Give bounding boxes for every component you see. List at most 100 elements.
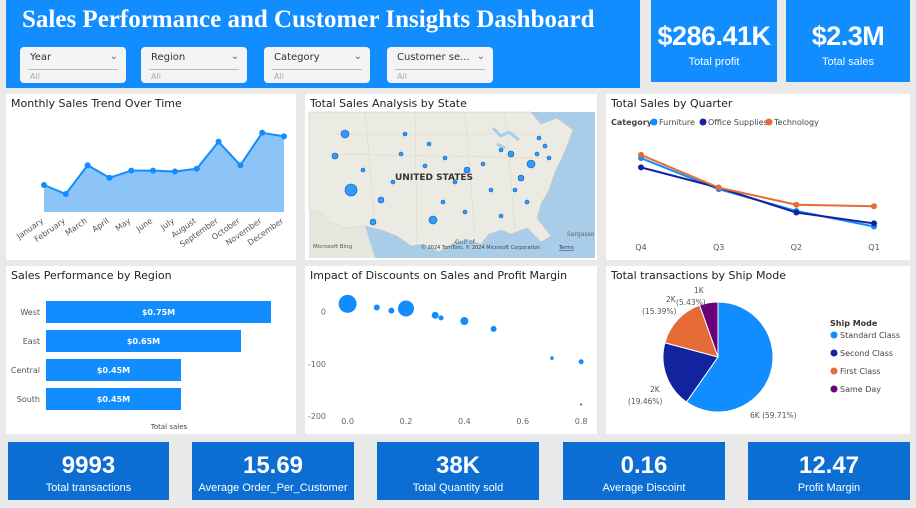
map-bubble	[534, 151, 540, 157]
data-point	[150, 167, 157, 174]
map-bubble	[462, 209, 468, 215]
map-attribution: Microsoft Bing	[313, 244, 352, 250]
legend-marker	[765, 118, 773, 126]
kpi-total-transactions[interactable]: 9993 Total transactions	[8, 442, 169, 500]
shipmode-pie-chart: 6K (59.71%)2K(19.46%)2K(15.39%)1K(5.43%)…	[628, 286, 900, 420]
scatter-point	[578, 359, 584, 365]
series-line	[640, 157, 875, 228]
region-sales-panel[interactable]: Sales Performance by Region West $0.75M Ea…	[6, 266, 296, 434]
map-bubble	[402, 131, 408, 137]
data-point	[793, 201, 800, 208]
slicer-value: All	[151, 72, 161, 81]
legend-marker	[830, 331, 838, 339]
slicer-region[interactable]: Region ⌄ All	[141, 47, 247, 83]
monthly-sales-panel[interactable]: Monthly Sales Trend Over Time January Feb…	[6, 94, 296, 260]
map-bubble	[480, 161, 486, 167]
chevron-down-icon[interactable]: ⌄	[477, 51, 485, 62]
slicer-divider	[272, 69, 362, 70]
x-tick-label: Q3	[713, 243, 724, 252]
map-bubble	[517, 174, 525, 182]
map-bubble	[360, 167, 366, 173]
legend-label: Office Supplies	[708, 118, 768, 127]
kpi-profit-margin[interactable]: 12.47 Profit Margin	[748, 442, 910, 500]
kpi-total-sales[interactable]: $2.3M Total sales	[786, 0, 910, 82]
pie-data-label: (15.39%)	[642, 307, 677, 316]
legend-label: Furniture	[659, 118, 695, 127]
quarter-sales-panel[interactable]: Total Sales by Quarter Category Furniture…	[606, 94, 910, 260]
kpi-value: 38K	[435, 452, 481, 479]
slicer-label: Region	[151, 52, 186, 63]
y-tick-label: -200	[308, 412, 326, 421]
region-bar-chart: West $0.75M East $0.65M Central $0.45M South $0…	[11, 301, 271, 431]
legend-label: Same Day	[840, 385, 881, 394]
kpi-average-discount[interactable]: 0.16 Average Discoint	[563, 442, 725, 500]
dashboard-header: Sales Performance and Customer Insights …	[6, 0, 640, 88]
slicer-year[interactable]: Year ⌄ All	[20, 47, 126, 83]
slicer-label: Year	[30, 52, 52, 63]
kpi-avg-order-per-customer[interactable]: 15.69 Average Order_Per_Customer	[192, 442, 354, 500]
chevron-down-icon[interactable]: ⌄	[354, 51, 362, 62]
kpi-value: 12.47	[798, 452, 860, 479]
kpi-value: $286.41K	[657, 21, 771, 51]
data-point	[171, 168, 178, 175]
map-bubble	[442, 155, 448, 161]
map-bubble	[498, 147, 504, 153]
data-point	[106, 174, 113, 181]
kpi-label: Total sales	[822, 56, 874, 68]
legend-label: First Class	[840, 367, 880, 376]
map-bubble	[344, 183, 358, 197]
data-point	[193, 165, 200, 172]
us-map[interactable]: UNITED STATES Sargasso Gulf of Microsoft…	[305, 94, 597, 260]
data-point	[638, 151, 644, 158]
scatter-point	[338, 294, 357, 313]
slicer-customer-segment[interactable]: Customer se... ⌄ All	[387, 47, 493, 83]
map-bubble	[536, 135, 542, 141]
slicer-label: Customer se...	[397, 52, 470, 63]
slicer-divider	[28, 69, 118, 70]
kpi-label: Average Order_Per_Customer	[198, 482, 348, 494]
slicer-divider	[395, 69, 485, 70]
kpi-total-quantity[interactable]: 38K Total Quantity sold	[377, 442, 539, 500]
data-point	[638, 164, 644, 171]
data-point	[871, 203, 877, 210]
scatter-point	[438, 315, 444, 321]
chevron-down-icon[interactable]: ⌄	[110, 51, 118, 62]
legend-label: Second Class	[840, 349, 893, 358]
state-sales-panel[interactable]: Total Sales Analysis by State UNITED STA…	[305, 94, 597, 260]
x-tick-label: 0.6	[516, 417, 529, 426]
quarter-sales-chart: Category Furniture Office Supplies Technolo…	[611, 118, 880, 252]
data-point	[128, 167, 135, 174]
kpi-value: 0.16	[620, 452, 668, 479]
legend-title: Category	[611, 118, 653, 127]
discount-impact-panel[interactable]: Impact of Discounts on Sales and Profit …	[305, 266, 597, 434]
bar-data-label: $0.45M	[97, 366, 130, 375]
map-bubble	[498, 213, 504, 219]
map-bubble	[426, 141, 432, 147]
slicer-category[interactable]: Category ⌄ All	[264, 47, 370, 83]
kpi-total-profit[interactable]: $286.41K Total profit	[651, 0, 777, 82]
legend-title: Ship Mode	[830, 319, 878, 328]
pie-data-label: 1K	[694, 286, 705, 295]
map-bubble	[390, 179, 396, 185]
shipmode-panel[interactable]: Total transactions by Ship Mode 6K (59.7…	[606, 266, 910, 434]
kpi-value: $2.3M	[811, 21, 885, 51]
x-tick-label: Q2	[791, 243, 802, 252]
pie-data-label: (5.43%)	[676, 298, 706, 307]
scatter-point	[490, 325, 497, 332]
area-fill	[44, 132, 284, 212]
map-bubble	[452, 179, 458, 185]
legend-label: Standard Class	[840, 331, 900, 340]
data-point	[871, 220, 877, 227]
map-bubble	[440, 199, 446, 205]
monthly-sales-chart: JanuaryFebruaryMarch April May June JulyAugu…	[14, 129, 287, 249]
pie-data-label: 2K	[650, 385, 661, 394]
map-terms-link[interactable]: Terms	[558, 245, 574, 251]
map-bubble	[340, 129, 350, 139]
chevron-down-icon[interactable]: ⌄	[231, 51, 239, 62]
y-tick-label: Central	[11, 366, 40, 375]
map-bubble	[369, 218, 377, 226]
slicer-value: All	[30, 72, 40, 81]
map-bubble	[463, 166, 471, 174]
map-bubble	[331, 152, 339, 160]
x-tick-label: Q4	[635, 243, 646, 252]
